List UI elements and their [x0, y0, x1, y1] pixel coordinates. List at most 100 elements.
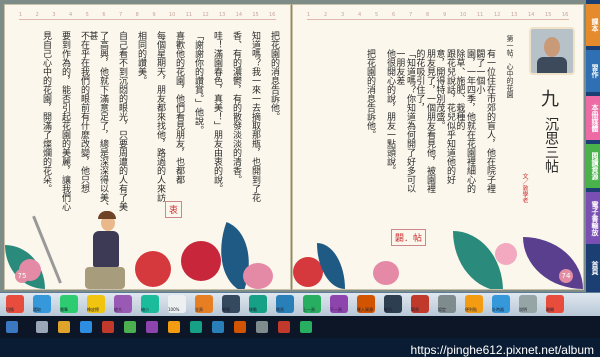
right-page: 1 2 3 4 5 6 7 8 9 10 11 12 13 14 15 16 有一位住在市郊的盲人，他在院子裡… — [292, 4, 584, 290]
ruler-mark: 2 — [35, 12, 39, 18]
ruler-mark: 15 — [545, 12, 552, 18]
toolbar-label: 匯入資源 — [357, 307, 373, 312]
text-column: 園，一年四季，他就在花園裡細心的除草、施肥、栽種的 — [454, 49, 475, 193]
app-icon[interactable] — [278, 321, 290, 333]
text-column: 相同的讚美。 — [136, 31, 146, 85]
toolbar-label: 橡皮擦 — [87, 307, 99, 312]
ruler-mark: 6 — [102, 12, 106, 18]
text-column: 了高興，他就下滿意足了，總是深深得以美、甚 — [87, 31, 108, 211]
tab-media[interactable]: 本冊媒體 — [586, 96, 600, 140]
ruler-mark: 11 — [477, 12, 484, 18]
toolbar-label: 上一頁 — [303, 307, 315, 312]
toolbar-label: 雙頁 — [384, 307, 392, 312]
ruler-mark: 5 — [85, 12, 89, 18]
windows-taskbar: https://pinghe612.pixnet.net/album — [0, 316, 600, 357]
author-photo — [529, 27, 575, 75]
search-icon[interactable] — [36, 321, 48, 333]
ruler-mark: 8 — [426, 12, 430, 18]
ruler-mark: 2 — [324, 12, 328, 18]
app-icon[interactable] — [190, 321, 202, 333]
ruler-mark: 9 — [443, 12, 447, 18]
text-column: 要到作為的，能否引起花園的美麗，讓我們心 — [60, 31, 70, 211]
page-number-right: 74 — [559, 269, 573, 283]
text-column: 見自己心中的花園，開滿了燦爛的花朵。 — [41, 31, 51, 193]
text-column: 「知道嗎？你知道為何開了好多可以一朋友差 — [394, 49, 415, 193]
ruler-mark: 14 — [528, 12, 535, 18]
app-icon[interactable] — [212, 321, 224, 333]
ruler-mark: 12 — [494, 12, 501, 18]
text-column: 把花園的消息告訴他。 — [269, 31, 279, 121]
vocab-tag-right[interactable]: 闢．帖 — [391, 229, 427, 246]
toolbar-label: 下一頁 — [330, 307, 342, 312]
leaf-decoration — [453, 231, 503, 289]
toolbar-label: 選取 — [33, 307, 41, 312]
app-icon[interactable] — [146, 321, 158, 333]
ruler-mark: 8 — [135, 12, 139, 18]
ruler-mark: 15 — [252, 12, 259, 18]
author-tag: 文／敦學老 — [521, 173, 528, 203]
flower-decoration — [181, 241, 221, 281]
flower-decoration — [495, 243, 517, 265]
right-ruler: 1 2 3 4 5 6 7 8 9 10 11 12 13 14 15 16 — [307, 12, 569, 26]
ruler-mark: 4 — [69, 12, 73, 18]
side-tab-bar: 課本 習作 本冊媒體 閱讀資源 電子書輸放 首頁 — [586, 0, 600, 292]
toolbar-label: 縮小 — [141, 307, 149, 312]
text-column: 「謝謝你的讚賞。」他說。 — [193, 31, 203, 135]
ebook-toolbar: 切換 選取 畫筆 橡皮擦 放大 縮小 100% 全頁 書籤 移動 跳頁 上一頁 下一頁 匯入資源 雙頁 單頁 設… — [0, 292, 600, 316]
tab-textbook[interactable]: 課本 — [586, 4, 600, 46]
text-column: 知道嗎？我一來一去摘取那瓶，也開到了花 — [250, 31, 260, 202]
toolbar-label: 放大 — [114, 307, 122, 312]
tab-reading[interactable]: 閱讀資源 — [586, 144, 600, 188]
ruler-mark: 11 — [185, 12, 193, 18]
toolbar-label: 切換 — [6, 307, 14, 312]
folder-icon[interactable] — [58, 321, 70, 333]
app-icon[interactable] — [234, 321, 246, 333]
ruler-mark: 13 — [219, 12, 226, 18]
ruler-mark: 1 — [307, 12, 311, 18]
bottom-area: 切換 選取 畫筆 橡皮擦 放大 縮小 100% 全頁 書籤 移動 跳頁 上一頁 下一頁 匯入資源 雙頁 單頁 設… — [0, 292, 600, 357]
toolbar-label: 設定 — [438, 307, 446, 312]
app-icon[interactable] — [300, 321, 312, 333]
flower-decoration — [135, 251, 171, 287]
toolbar-label: 說明 — [519, 307, 527, 312]
toolbar-label: 跳頁 — [276, 307, 284, 312]
illustration-gardener — [32, 211, 145, 289]
ruler-mark: 9 — [152, 12, 156, 18]
toolbar-label: 便利貼 — [465, 307, 477, 312]
ruler-mark: 14 — [235, 12, 243, 18]
ruler-mark: 12 — [202, 12, 209, 18]
app-icon[interactable] — [168, 321, 180, 333]
text-column: 把花園的消息告訴他。 — [365, 49, 375, 139]
text-column: 有一位住在市郊的盲人，他在院子裡闢了一個小 — [474, 49, 495, 193]
start-icon[interactable] — [6, 321, 18, 333]
text-column: 朋友見了，一個朋友看見他，被園裡的花吸引住了， — [414, 49, 435, 193]
ruler-mark: 3 — [52, 12, 56, 18]
text-column: 香、有的濃鬱，有的散發淡淡的清香。 — [231, 31, 241, 184]
ruler-mark: 3 — [341, 12, 345, 18]
tab-ebook-play[interactable]: 電子書輸放 — [586, 192, 600, 244]
toolbar-label: 書籤 — [222, 307, 230, 312]
toolbar-label: 計時器 — [492, 307, 504, 312]
ruler-mark: 16 — [562, 12, 569, 18]
text-column: 他很開心的說，朋友一點頭說。 — [385, 49, 395, 175]
tab-workbook[interactable]: 習作 — [586, 50, 600, 92]
text-column: 喜歡他的花園，他們看見朋友，也都都 — [174, 31, 184, 184]
browser-icon[interactable] — [80, 321, 92, 333]
toolbar-label: 離開 — [546, 307, 554, 312]
text-column: 自己看不到沉悶的眼光，只要周遭的人有了美 — [117, 31, 127, 211]
app-icon[interactable] — [124, 321, 136, 333]
left-ruler: 1 2 3 4 5 6 7 8 9 10 11 12 13 14 15 16 — [19, 12, 276, 26]
ruler-mark: 5 — [375, 12, 379, 18]
ruler-mark: 7 — [119, 12, 123, 18]
app-icon[interactable] — [102, 321, 114, 333]
tab-home[interactable]: 首頁 — [586, 248, 600, 288]
watermark-url: https://pinghe612.pixnet.net/album — [410, 343, 594, 357]
ruler-mark: 4 — [358, 12, 362, 18]
ruler-mark: 16 — [269, 12, 276, 18]
app-icon[interactable] — [256, 321, 268, 333]
flower-decoration — [373, 261, 399, 285]
leaf-decoration — [523, 237, 583, 289]
text-column: 跟花兒說話，花兒似乎知道他的好意，開得特別茂盛。 — [434, 49, 455, 184]
leaf-decoration — [317, 243, 345, 289]
vocab-tag-left[interactable]: 衷 — [165, 201, 183, 218]
